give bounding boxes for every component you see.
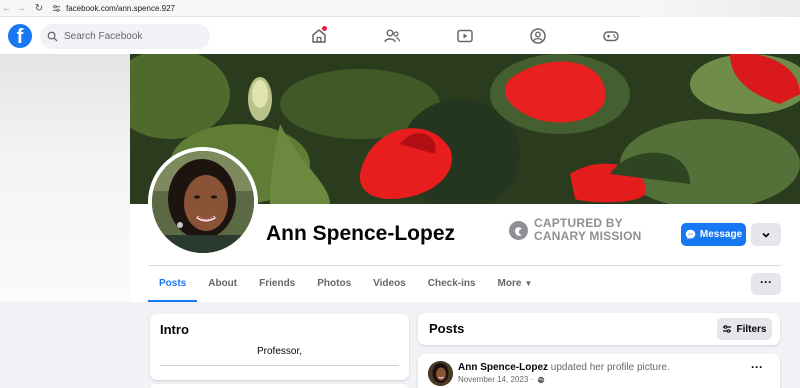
message-label: Message [699, 229, 743, 240]
next-card [150, 384, 409, 388]
canary-logo-icon [509, 220, 528, 240]
more-options-button[interactable]: ··· [751, 273, 781, 295]
facebook-top-nav: f [0, 17, 800, 54]
tab-posts[interactable]: Posts [148, 266, 198, 302]
posts-title: Posts [429, 321, 465, 336]
filters-label: Filters [736, 323, 767, 335]
tab-videos[interactable]: Videos [362, 266, 417, 302]
tab-photos[interactable]: Photos [306, 266, 362, 302]
post-author-name[interactable]: Ann Spence-Lopez [458, 362, 548, 373]
chevron-down-icon [762, 232, 770, 238]
search-input[interactable] [64, 31, 204, 42]
globe-icon [537, 376, 545, 383]
profile-options-button[interactable] [751, 223, 781, 246]
intro-bio: Professor, [256, 346, 303, 357]
tab-label: Check-ins [427, 278, 476, 289]
arrow-left-icon[interactable]: ← [0, 3, 14, 14]
ellipsis-icon: ··· [751, 360, 763, 374]
intro-divider [160, 365, 399, 366]
post-menu-button[interactable]: ··· [751, 360, 763, 374]
messenger-icon [685, 229, 696, 240]
profile-avatar[interactable] [148, 147, 258, 257]
ellipsis-icon: ··· [760, 275, 772, 289]
caret-down-icon: ▼ [524, 279, 533, 288]
profile-name: Ann Spence-Lopez [266, 222, 456, 245]
tab-friends[interactable]: Friends [248, 266, 306, 302]
tab-label: Photos [317, 278, 352, 289]
groups-icon[interactable] [529, 27, 547, 45]
profile-tabs: Posts About Friends Photos Videos Check-… [148, 266, 543, 302]
search-icon [47, 31, 58, 42]
watermark-stamp: CAPTURED BY CANARY MISSION [509, 217, 641, 243]
post-card: Ann Spence-Lopez updated her profile pic… [418, 354, 780, 388]
search-box[interactable] [40, 24, 210, 49]
posts-header-card: Posts Filters [418, 313, 780, 345]
post-avatar-image [428, 361, 453, 386]
intro-title: Intro [160, 322, 189, 337]
intro-card: Intro Professor, [150, 314, 409, 380]
tab-label: About [208, 278, 238, 289]
avatar-image [152, 151, 254, 253]
filters-icon [723, 325, 732, 333]
facebook-logo[interactable]: f [8, 24, 32, 48]
notification-dot [322, 26, 327, 31]
tab-label: Friends [259, 278, 296, 289]
toolbar-fade [640, 0, 800, 17]
profile-header: Ann Spence-Lopez CAPTURED BY CANARY MISS… [0, 54, 800, 302]
reload-icon[interactable]: ↻ [32, 3, 46, 14]
post-author-avatar[interactable] [428, 361, 453, 386]
tab-more[interactable]: More ▼ [487, 266, 544, 302]
post-date[interactable]: November 14, 2023 · [458, 375, 533, 384]
stamp-line-2: CANARY MISSION [534, 229, 642, 243]
tab-label: More [497, 278, 522, 289]
address-bar[interactable]: facebook.com/ann.spence.927 [52, 2, 175, 15]
left-gradient [0, 54, 130, 302]
post-action: updated her profile picture. [550, 362, 670, 373]
url-text: facebook.com/ann.spence.927 [66, 3, 175, 13]
tab-label: Videos [373, 278, 406, 289]
arrow-right-icon[interactable]: → [14, 3, 28, 14]
message-button[interactable]: Message [681, 223, 746, 246]
filters-button[interactable]: Filters [717, 318, 772, 340]
friends-icon[interactable] [383, 27, 401, 45]
tab-about[interactable]: About [197, 266, 248, 302]
gaming-icon[interactable] [602, 27, 620, 45]
site-settings-icon[interactable] [52, 4, 61, 13]
tab-label: Posts [159, 278, 187, 289]
tab-check-ins[interactable]: Check-ins [417, 266, 487, 302]
watch-icon[interactable] [456, 27, 474, 45]
logo-letter: f [16, 26, 24, 48]
